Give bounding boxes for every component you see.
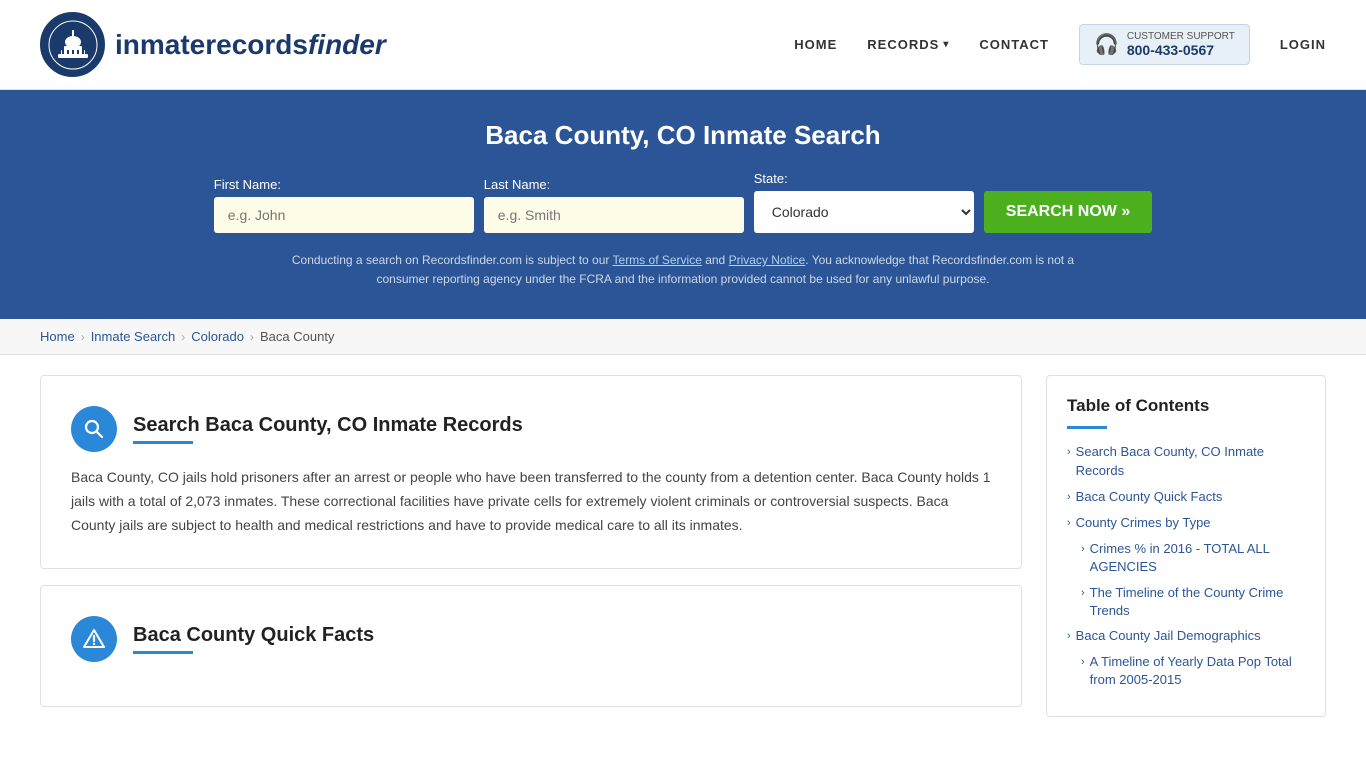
- toc-item-4: › Crimes % in 2016 - TOTAL ALL AGENCIES: [1081, 540, 1305, 576]
- chevron-down-icon: ▾: [943, 39, 949, 50]
- section-body-search: Baca County, CO jails hold prisoners aft…: [71, 466, 991, 537]
- inmate-records-section: Search Baca County, CO Inmate Records Ba…: [40, 375, 1022, 568]
- search-form: First Name: Last Name: State: Colorado A…: [40, 171, 1326, 233]
- search-icon-circle: [71, 406, 117, 452]
- section-title-wrap-facts: Baca County Quick Facts: [133, 624, 374, 654]
- section-title-underline: [133, 441, 193, 444]
- breadcrumb-sep-2: ›: [181, 330, 185, 344]
- toc-title: Table of Contents: [1067, 396, 1305, 416]
- breadcrumb-inmate-search[interactable]: Inmate Search: [91, 329, 176, 344]
- content-left: Search Baca County, CO Inmate Records Ba…: [40, 375, 1022, 722]
- toc-link-3[interactable]: › County Crimes by Type: [1067, 514, 1305, 532]
- nav-records[interactable]: RECORDS ▾: [867, 37, 949, 52]
- support-number: 800-433-0567: [1127, 42, 1235, 58]
- state-label: State:: [754, 171, 788, 186]
- toc-link-6[interactable]: › Baca County Jail Demographics: [1067, 627, 1305, 645]
- toc-item-2: › Baca County Quick Facts: [1067, 488, 1305, 506]
- toc-link-7[interactable]: › A Timeline of Yearly Data Pop Total fr…: [1081, 653, 1305, 689]
- support-info: CUSTOMER SUPPORT 800-433-0567: [1127, 31, 1235, 58]
- breadcrumb-county: Baca County: [260, 329, 334, 344]
- section-title-underline-facts: [133, 651, 193, 654]
- breadcrumb-state[interactable]: Colorado: [191, 329, 244, 344]
- first-name-label: First Name:: [214, 177, 281, 192]
- toc-link-5[interactable]: › The Timeline of the County Crime Trend…: [1081, 584, 1305, 620]
- section-header-facts: Baca County Quick Facts: [71, 616, 991, 662]
- chevron-right-icon: ›: [1067, 445, 1071, 460]
- toc-item-1: › Search Baca County, CO Inmate Records: [1067, 443, 1305, 479]
- section-title-wrap: Search Baca County, CO Inmate Records: [133, 414, 523, 444]
- hero-section: Baca County, CO Inmate Search First Name…: [0, 90, 1366, 319]
- privacy-link[interactable]: Privacy Notice: [729, 253, 806, 267]
- toc-sublist: › Crimes % in 2016 - TOTAL ALL AGENCIES …: [1067, 540, 1305, 620]
- first-name-input[interactable]: [214, 197, 474, 233]
- toc-link-4[interactable]: › Crimes % in 2016 - TOTAL ALL AGENCIES: [1081, 540, 1305, 576]
- magnifier-icon: [82, 417, 106, 441]
- section-header-search: Search Baca County, CO Inmate Records: [71, 406, 991, 452]
- state-group: State: Colorado Alabama Alaska: [754, 171, 974, 233]
- toc-item-5: › The Timeline of the County Crime Trend…: [1081, 584, 1305, 620]
- breadcrumb-home[interactable]: Home: [40, 329, 75, 344]
- chevron-right-icon-3: ›: [1067, 516, 1071, 531]
- toc-box: Table of Contents › Search Baca County, …: [1046, 375, 1326, 717]
- site-header: inmaterecordsfinder HOME RECORDS ▾ CONTA…: [0, 0, 1366, 90]
- breadcrumb: Home › Inmate Search › Colorado › Baca C…: [0, 319, 1366, 355]
- section-title-search: Search Baca County, CO Inmate Records: [133, 414, 523, 437]
- chevron-right-icon-2: ›: [1067, 490, 1071, 505]
- main-content: Search Baca County, CO Inmate Records Ba…: [0, 355, 1366, 742]
- logo-text: inmaterecordsfinder: [115, 29, 386, 61]
- toc-sublist-2: › A Timeline of Yearly Data Pop Total fr…: [1067, 653, 1305, 689]
- last-name-label: Last Name:: [484, 177, 550, 192]
- logo-area: inmaterecordsfinder: [40, 12, 386, 77]
- hero-title: Baca County, CO Inmate Search: [40, 120, 1326, 151]
- quick-facts-section: Baca County Quick Facts: [40, 585, 1022, 707]
- headphone-icon: 🎧: [1094, 32, 1119, 57]
- chevron-right-icon-6: ›: [1067, 629, 1071, 644]
- last-name-input[interactable]: [484, 197, 744, 233]
- toc-divider: [1067, 426, 1107, 429]
- chevron-right-icon-5: ›: [1081, 586, 1085, 601]
- toc-sidebar: Table of Contents › Search Baca County, …: [1046, 375, 1326, 722]
- nav-contact[interactable]: CONTACT: [979, 37, 1049, 52]
- state-select[interactable]: Colorado Alabama Alaska: [754, 191, 974, 233]
- breadcrumb-sep-3: ›: [250, 330, 254, 344]
- alert-triangle-icon: [82, 627, 106, 651]
- breadcrumb-sep-1: ›: [81, 330, 85, 344]
- chevron-right-icon-7: ›: [1081, 655, 1085, 670]
- disclaimer-text: Conducting a search on Recordsfinder.com…: [283, 251, 1083, 289]
- alert-icon-circle: [71, 616, 117, 662]
- support-label: CUSTOMER SUPPORT: [1127, 31, 1235, 42]
- toc-item-3: › County Crimes by Type: [1067, 514, 1305, 532]
- logo-icon: [40, 12, 105, 77]
- toc-item-6: › Baca County Jail Demographics: [1067, 627, 1305, 645]
- toc-link-2[interactable]: › Baca County Quick Facts: [1067, 488, 1305, 506]
- main-nav: HOME RECORDS ▾ CONTACT 🎧 CUSTOMER SUPPOR…: [794, 24, 1326, 65]
- nav-home[interactable]: HOME: [794, 37, 837, 52]
- customer-support-box: 🎧 CUSTOMER SUPPORT 800-433-0567: [1079, 24, 1250, 65]
- toc-link-1[interactable]: › Search Baca County, CO Inmate Records: [1067, 443, 1305, 479]
- nav-login[interactable]: LOGIN: [1280, 37, 1326, 52]
- search-button[interactable]: SEARCH NOW »: [984, 191, 1152, 233]
- first-name-group: First Name:: [214, 177, 474, 233]
- terms-link[interactable]: Terms of Service: [613, 253, 702, 267]
- last-name-group: Last Name:: [484, 177, 744, 233]
- toc-list: › Search Baca County, CO Inmate Records …: [1067, 443, 1305, 689]
- chevron-right-icon-4: ›: [1081, 542, 1085, 557]
- section-title-facts: Baca County Quick Facts: [133, 624, 374, 647]
- toc-item-7: › A Timeline of Yearly Data Pop Total fr…: [1081, 653, 1305, 689]
